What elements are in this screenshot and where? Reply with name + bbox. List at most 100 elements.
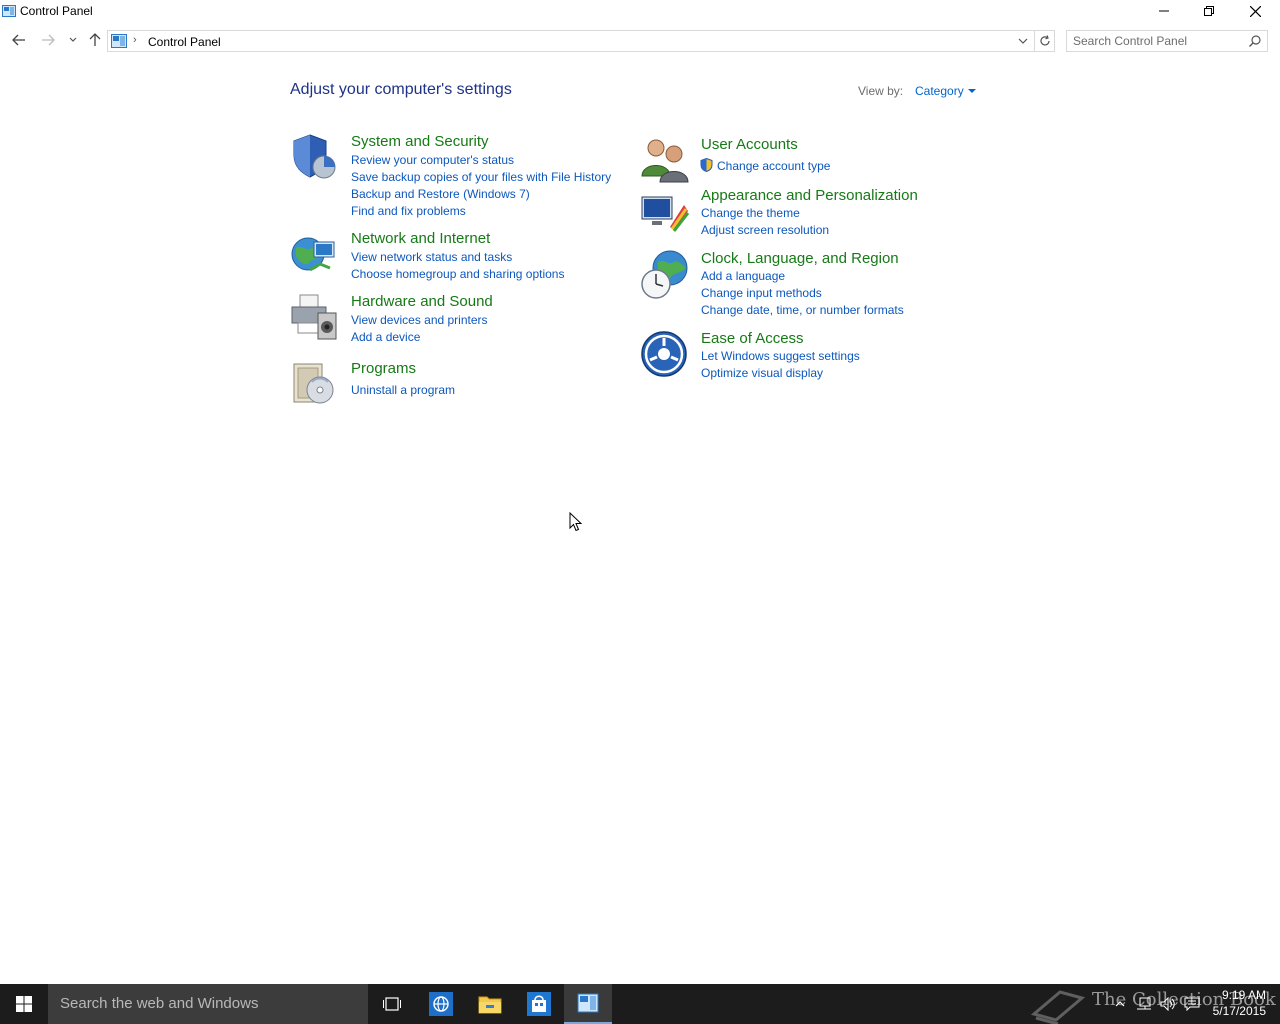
taskbar-store[interactable] <box>515 984 563 1024</box>
close-icon <box>1249 5 1261 17</box>
breadcrumb[interactable]: Control Panel <box>148 35 221 49</box>
programs-box-icon[interactable] <box>290 360 340 410</box>
folder-icon <box>478 996 502 1014</box>
users-icon[interactable] <box>640 136 690 186</box>
category-hardware-and-sound: Hardware and Sound View devices and prin… <box>290 293 620 348</box>
link-change-theme[interactable]: Change the theme <box>701 206 800 220</box>
task-view-button[interactable] <box>368 984 416 1024</box>
address-bar[interactable]: › Control Panel <box>107 30 1035 52</box>
back-button[interactable] <box>9 30 29 50</box>
link-change-account-type[interactable]: Change account type <box>717 159 830 173</box>
caret-down-icon[interactable] <box>968 89 976 93</box>
taskbar-search-box[interactable]: Search the web and Windows <box>48 984 368 1024</box>
close-button[interactable] <box>1232 0 1278 22</box>
category-title[interactable]: Ease of Access <box>701 330 804 347</box>
breadcrumb-chevron-icon[interactable]: › <box>133 34 137 46</box>
browser-globe-icon <box>429 992 453 1016</box>
monitor-palette-icon[interactable] <box>640 187 690 237</box>
category-title[interactable]: User Accounts <box>701 136 798 153</box>
link-date-time-formats[interactable]: Change date, time, or number formats <box>701 303 904 317</box>
category-appearance-and-personalization: Appearance and Personalization Change th… <box>640 187 970 242</box>
start-button[interactable] <box>0 984 48 1024</box>
title-bar: Control Panel <box>0 0 1280 24</box>
minimize-button[interactable] <box>1141 0 1187 22</box>
up-button[interactable] <box>85 30 105 50</box>
clock-time: 9:19 AM <box>1221 988 1266 1002</box>
windows-logo-icon <box>16 996 32 1012</box>
printer-speaker-icon[interactable] <box>290 293 340 343</box>
refresh-button[interactable] <box>1035 30 1055 52</box>
link-suggest-settings[interactable]: Let Windows suggest settings <box>701 349 860 363</box>
tray-action-center-button[interactable] <box>1182 994 1202 1014</box>
taskbar-search-placeholder: Search the web and Windows <box>60 995 259 1012</box>
link-optimize-display[interactable]: Optimize visual display <box>701 366 823 380</box>
restore-button[interactable] <box>1186 0 1232 22</box>
window-title: Control Panel <box>20 4 93 18</box>
category-system-and-security: System and Security Review your computer… <box>290 133 620 223</box>
view-by-label: View by: <box>858 84 904 98</box>
link-input-methods[interactable]: Change input methods <box>701 286 822 300</box>
category-network-and-internet: Network and Internet View network status… <box>290 230 620 285</box>
minimize-icon <box>1159 10 1169 12</box>
view-by-dropdown[interactable]: Category <box>915 84 964 98</box>
clock-globe-icon[interactable] <box>640 250 690 300</box>
forward-button[interactable] <box>38 30 58 50</box>
link-backup-restore[interactable]: Backup and Restore (Windows 7) <box>351 187 530 201</box>
search-box[interactable] <box>1066 30 1268 52</box>
recent-locations-button[interactable] <box>63 30 83 50</box>
task-view-icon <box>383 997 401 1011</box>
category-user-accounts: User Accounts Change account type <box>640 136 970 186</box>
category-clock-language-region: Clock, Language, and Region Add a langua… <box>640 250 970 322</box>
link-file-history[interactable]: Save backup copies of your files with Fi… <box>351 170 611 184</box>
store-bag-icon <box>527 992 551 1016</box>
taskbar-browser[interactable] <box>417 984 465 1024</box>
shield-icon[interactable] <box>290 133 340 183</box>
link-network-status[interactable]: View network status and tasks <box>351 250 512 264</box>
link-uninstall-program[interactable]: Uninstall a program <box>351 383 455 397</box>
link-screen-resolution[interactable]: Adjust screen resolution <box>701 223 829 237</box>
taskbar-control-panel[interactable] <box>564 984 612 1024</box>
ease-of-access-icon[interactable] <box>640 330 690 380</box>
forward-arrow-icon <box>42 34 55 46</box>
link-find-fix-problems[interactable]: Find and fix problems <box>351 204 466 218</box>
page-title: Adjust your computer's settings <box>290 81 512 98</box>
control-panel-window: Control Panel › Control Panel Search Con… <box>0 0 1280 984</box>
taskbar: Search the web and Windows The Collectio… <box>0 984 1280 1024</box>
back-arrow-icon <box>12 34 25 46</box>
control-panel-icon <box>111 34 127 48</box>
uac-shield-icon <box>700 158 713 172</box>
chevron-down-icon <box>69 37 77 42</box>
category-title[interactable]: Programs <box>351 360 416 377</box>
category-title[interactable]: Hardware and Sound <box>351 293 493 310</box>
category-title[interactable]: Network and Internet <box>351 230 490 247</box>
tray-network-button[interactable] <box>1134 994 1154 1014</box>
chevron-down-icon[interactable] <box>1016 34 1030 48</box>
up-arrow-icon <box>89 33 101 46</box>
link-homegroup[interactable]: Choose homegroup and sharing options <box>351 267 564 281</box>
taskbar-clock[interactable]: 9:19 AM 5/17/2015 <box>1206 987 1266 1019</box>
navigation-bar: › Control Panel <box>0 28 1280 54</box>
link-devices-printers[interactable]: View devices and printers <box>351 313 488 327</box>
link-add-language[interactable]: Add a language <box>701 269 785 283</box>
category-title[interactable]: Clock, Language, and Region <box>701 250 899 267</box>
action-center-icon <box>1184 997 1200 1011</box>
refresh-icon <box>1039 35 1050 46</box>
control-panel-icon <box>2 5 16 17</box>
taskbar-file-explorer[interactable] <box>466 984 514 1024</box>
control-panel-icon <box>577 993 599 1013</box>
category-ease-of-access: Ease of Access Let Windows suggest setti… <box>640 330 970 385</box>
tray-volume-button[interactable] <box>1158 994 1178 1014</box>
link-add-device[interactable]: Add a device <box>351 330 420 344</box>
category-title[interactable]: System and Security <box>351 133 489 150</box>
network-globe-icon[interactable] <box>290 230 340 280</box>
chevron-up-icon <box>1115 1001 1125 1007</box>
search-icon[interactable] <box>1248 34 1262 48</box>
category-programs: Programs Uninstall a program <box>290 360 620 410</box>
tray-overflow-button[interactable] <box>1110 994 1130 1014</box>
category-title[interactable]: Appearance and Personalization <box>701 187 918 204</box>
search-input[interactable] <box>1073 33 1243 49</box>
restore-icon <box>1204 6 1214 16</box>
network-icon <box>1137 997 1151 1010</box>
clock-date: 5/17/2015 <box>1212 1004 1266 1018</box>
link-review-status[interactable]: Review your computer's status <box>351 153 514 167</box>
